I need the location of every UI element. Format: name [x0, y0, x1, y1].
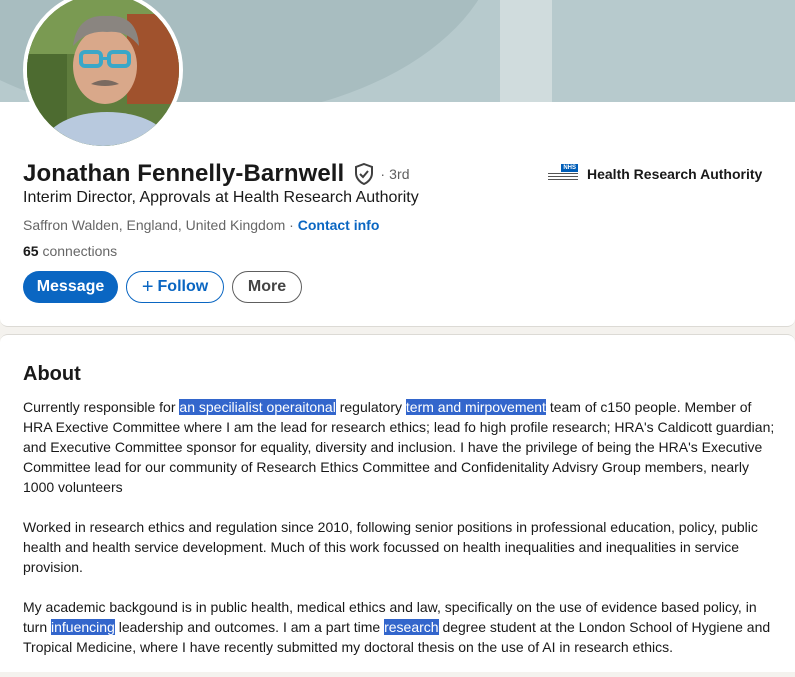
profile-location-row: Saffron Walden, England, United Kingdom … [23, 217, 379, 233]
nhs-badge: NHS [561, 164, 578, 172]
highlighted-text: research [384, 619, 439, 635]
connections-count[interactable]: 65 connections [23, 243, 117, 259]
about-paragraph-3: My academic backgound is in public healt… [23, 597, 783, 657]
profile-card: Jonathan Fennelly-Barnwell · 3rd Interim… [0, 0, 795, 327]
more-button-label: More [247, 278, 287, 295]
follow-button[interactable]: + Follow [126, 271, 224, 303]
follow-button-label: Follow [157, 278, 209, 295]
avatar-photo [27, 0, 179, 146]
text-segment: Worked in research ethics and regulation… [23, 519, 758, 575]
about-section: About Currently responsible for an speci… [0, 334, 795, 672]
organization-name: Health Research Authority [587, 166, 763, 182]
profile-headline: Interim Director, Approvals at Health Re… [23, 189, 419, 206]
contact-info-link[interactable]: Contact info [298, 217, 380, 233]
connection-degree: · 3rd [380, 166, 410, 182]
profile-location: Saffron Walden, England, United Kingdom [23, 217, 286, 233]
avatar[interactable] [23, 0, 183, 150]
about-paragraph-2: Worked in research ethics and regulation… [23, 517, 783, 577]
location-separator: · [285, 217, 298, 233]
text-segment: regulatory [335, 399, 406, 415]
highlighted-text: term and mirpovement [405, 399, 546, 415]
highlighted-text: an specilialist operaitonal [179, 399, 336, 415]
more-button[interactable]: More [232, 271, 302, 303]
connections-number: 65 [23, 243, 39, 259]
profile-name: Jonathan Fennelly-Barnwell [23, 160, 345, 187]
connections-label: connections [38, 243, 118, 259]
about-title: About [23, 363, 81, 385]
banner-band [500, 0, 552, 102]
current-organization[interactable]: NHS Health Research Authority [548, 164, 762, 184]
text-segment: Currently responsible for [23, 399, 180, 415]
about-text: Currently responsible for an specilialis… [23, 397, 783, 677]
logo-lines [548, 173, 578, 182]
text-segment: leadership and outcomes. I am a part tim… [114, 619, 385, 635]
message-button-label: Message [36, 278, 105, 295]
message-button[interactable]: Message [23, 271, 118, 303]
plus-icon: + [141, 276, 154, 298]
profile-name-row: Jonathan Fennelly-Barnwell · 3rd [23, 160, 410, 188]
about-paragraph-1: Currently responsible for an specilialis… [23, 397, 783, 497]
highlighted-text: infuencing [51, 619, 115, 635]
shield-check-icon[interactable] [354, 162, 374, 186]
nhs-logo-icon: NHS [548, 164, 578, 184]
